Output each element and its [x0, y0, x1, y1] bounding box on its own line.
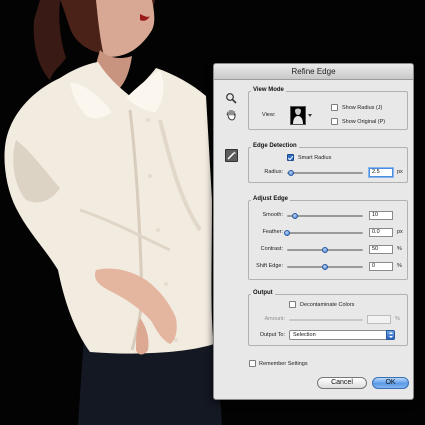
contrast-slider-thumb[interactable]: [322, 247, 328, 253]
output-to-select[interactable]: Selection: [289, 330, 395, 340]
smooth-slider[interactable]: [287, 213, 363, 219]
hand-tool-icon[interactable]: [225, 108, 238, 121]
zoom-tool-icon[interactable]: [225, 92, 238, 105]
amount-unit: %: [395, 316, 400, 322]
feather-slider[interactable]: [284, 230, 363, 236]
view-label: View:: [262, 112, 276, 118]
amount-label: Amount:: [264, 316, 285, 322]
shift-edge-input[interactable]: 0: [369, 262, 393, 271]
refine-edge-dialog: Refine Edge View Mode View: Show Radius: [213, 63, 414, 400]
dialog-title: Refine Edge: [291, 67, 336, 76]
feather-slider-thumb[interactable]: [284, 230, 290, 236]
radius-unit: px: [397, 169, 403, 175]
show-radius-checkbox[interactable]: [331, 104, 338, 111]
output-group: Output Decontaminate Colors Amount: % Ou…: [248, 290, 408, 346]
amount-input: [367, 315, 391, 324]
edge-detection-label: Edge Detection: [251, 143, 299, 149]
smart-radius-label: Smart Radius: [298, 155, 332, 161]
contrast-slider[interactable]: [287, 247, 363, 253]
smooth-slider-thumb[interactable]: [291, 213, 298, 219]
ok-button[interactable]: OK: [372, 377, 409, 389]
output-to-label: Output To:: [259, 332, 285, 338]
radius-slider[interactable]: [287, 170, 363, 176]
smart-radius-checkbox[interactable]: [287, 154, 294, 161]
shift-edge-slider-thumb[interactable]: [322, 264, 328, 270]
view-dropdown-arrow-icon[interactable]: [308, 114, 312, 117]
contrast-label: Contrast:: [260, 246, 283, 252]
amount-slider: [289, 319, 363, 321]
adjust-edge-label: Adjust Edge: [251, 196, 291, 202]
feather-label: Feather:: [262, 229, 283, 235]
decontaminate-label: Decontaminate Colors: [300, 302, 355, 308]
remember-settings-checkbox[interactable]: [249, 360, 256, 367]
view-mode-group: View Mode View: Show Radius (J) Show Ori…: [248, 87, 408, 130]
smooth-input[interactable]: 10: [369, 211, 393, 220]
shift-edge-slider[interactable]: [287, 264, 363, 270]
radius-label: Radius:: [264, 169, 283, 175]
radius-slider-thumb[interactable]: [287, 170, 294, 176]
view-mode-label: View Mode: [251, 87, 286, 93]
show-original-checkbox[interactable]: [331, 118, 338, 125]
refine-radius-brush-icon[interactable]: [225, 149, 238, 162]
adjust-edge-group: Adjust Edge Smooth: 10 Feather: 0.0 px C…: [248, 196, 408, 280]
select-arrows-icon[interactable]: [386, 330, 395, 340]
show-radius-label: Show Radius (J): [342, 105, 383, 111]
output-to-value: Selection: [293, 332, 316, 338]
view-preview-thumbnail[interactable]: [290, 106, 306, 125]
ok-button-label: OK: [385, 379, 396, 386]
show-original-label: Show Original (P): [342, 119, 386, 125]
dialog-titlebar[interactable]: Refine Edge: [214, 64, 413, 80]
contrast-unit: %: [397, 246, 402, 252]
shift-edge-unit: %: [397, 263, 402, 269]
cancel-button-label: Cancel: [331, 379, 353, 386]
radius-input[interactable]: 2.5: [369, 168, 393, 177]
edge-detection-group: Edge Detection Smart Radius Radius: 2.5 …: [248, 143, 408, 183]
cancel-button[interactable]: Cancel: [317, 377, 367, 389]
feather-unit: px: [397, 229, 403, 235]
smooth-label: Smooth:: [262, 212, 283, 218]
output-label: Output: [251, 290, 275, 296]
decontaminate-checkbox[interactable]: [289, 301, 296, 308]
remember-settings-label: Remember Settings: [259, 361, 308, 367]
shift-edge-label: Shift Edge:: [256, 263, 283, 269]
feather-input[interactable]: 0.0: [369, 228, 393, 237]
contrast-input[interactable]: 50: [369, 245, 393, 254]
